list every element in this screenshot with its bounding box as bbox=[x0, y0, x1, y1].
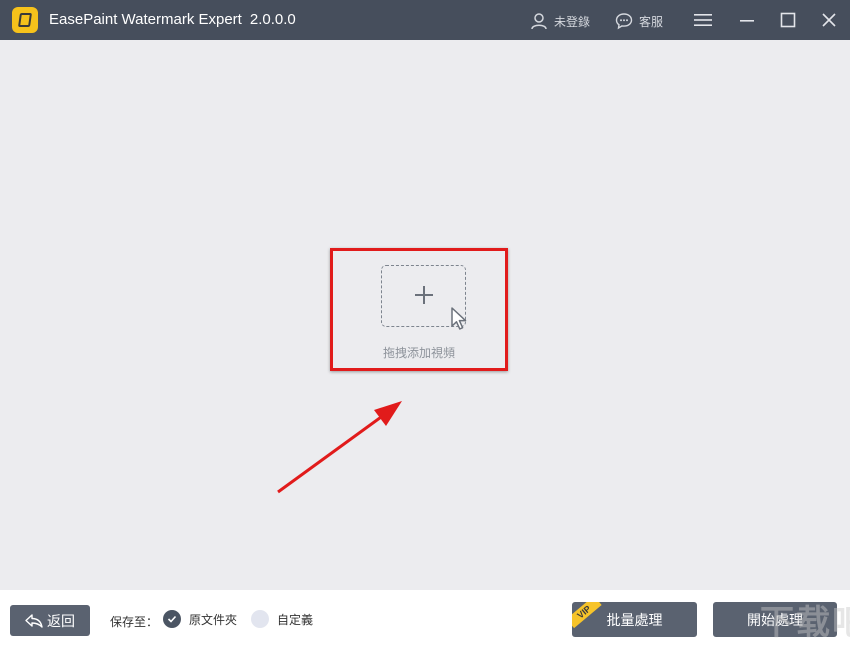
close-button[interactable] bbox=[816, 8, 842, 32]
save-original-folder-label: 原文件夾 bbox=[189, 612, 238, 627]
batch-process-button[interactable]: VIP 批量處理 bbox=[572, 602, 697, 637]
save-to-label: 保存至： bbox=[110, 615, 159, 629]
start-process-label: 開始處理 bbox=[747, 611, 803, 628]
save-custom-label: 自定義 bbox=[277, 612, 314, 627]
app-logo-icon bbox=[12, 7, 38, 33]
cursor-icon bbox=[451, 307, 467, 330]
back-button[interactable]: 返回 bbox=[10, 605, 90, 636]
drop-zone-label: 拖拽添加視頻 bbox=[382, 346, 455, 360]
login-label: 未登錄 bbox=[554, 14, 591, 29]
menu-icon bbox=[694, 14, 712, 26]
user-icon bbox=[531, 13, 547, 30]
chat-icon bbox=[615, 13, 633, 30]
minimize-button[interactable] bbox=[734, 8, 760, 32]
batch-process-label: 批量處理 bbox=[606, 611, 663, 628]
radio-unchecked-icon bbox=[251, 610, 269, 628]
annotation-arrow-icon bbox=[277, 401, 402, 494]
save-original-folder-radio[interactable]: 原文件夾 bbox=[163, 610, 237, 628]
start-process-button[interactable]: 開始處理 bbox=[713, 602, 837, 637]
title-bar: EasePaint Watermark Expert 2.0.0.0 未登錄 客服 bbox=[0, 0, 850, 40]
maximize-icon bbox=[780, 12, 796, 28]
menu-button[interactable] bbox=[690, 8, 716, 32]
customer-service-button[interactable]: 客服 bbox=[615, 11, 663, 31]
footer-bar: 返回 保存至： 原文件夾 自定義 VIP 批量處理 開始處理 bbox=[0, 590, 850, 650]
save-custom-radio[interactable]: 自定義 bbox=[251, 610, 313, 628]
vip-badge: VIP bbox=[572, 602, 602, 629]
minimize-icon bbox=[740, 20, 754, 22]
maximize-button[interactable] bbox=[775, 8, 801, 32]
plus-icon bbox=[415, 286, 433, 304]
app-title: EasePaint Watermark Expert 2.0.0.0 bbox=[49, 11, 296, 28]
app-name: EasePaint Watermark Expert bbox=[49, 11, 242, 28]
main-workspace: 拖拽添加視頻 bbox=[0, 40, 850, 590]
customer-service-label: 客服 bbox=[639, 14, 664, 29]
radio-checked-icon bbox=[163, 610, 181, 628]
back-label: 返回 bbox=[47, 612, 75, 629]
close-icon bbox=[822, 13, 836, 27]
login-button[interactable]: 未登錄 bbox=[530, 11, 590, 31]
app-version: 2.0.0.0 bbox=[249, 11, 296, 28]
back-arrow-icon bbox=[25, 613, 43, 628]
